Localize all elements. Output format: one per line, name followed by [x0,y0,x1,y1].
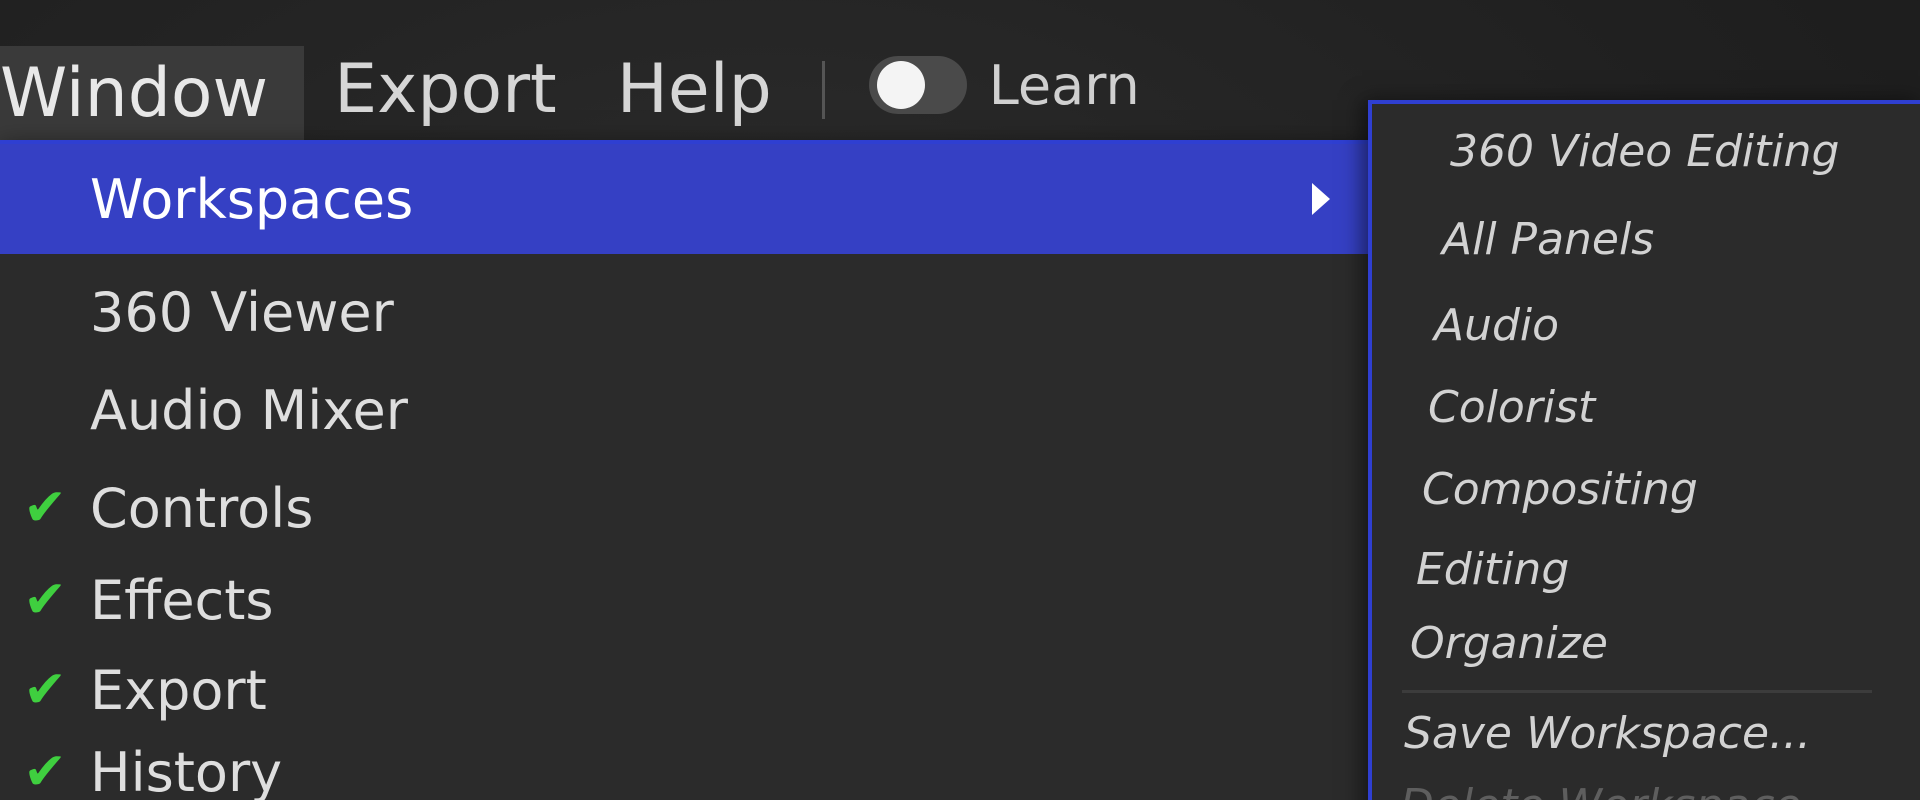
save-workspace-item[interactable]: Save Workspace... [1404,708,1811,759]
menu-export[interactable]: Export [304,40,587,140]
menu-help[interactable]: Help [587,40,802,140]
menu-item-label: 360 Viewer [90,280,394,344]
menu-item-label: History [90,740,283,800]
menu-window[interactable]: Window [0,46,305,142]
workspace-colorist[interactable]: Colorist [1428,382,1595,433]
app-window: Window Export Help Learn Workspaces 360 … [0,0,1920,800]
toggle-knob [876,61,925,109]
menu-item-workspaces[interactable]: Workspaces [0,144,1380,254]
submenu-separator [1402,690,1872,693]
workspace-360-video-editing[interactable]: 360 Video Editing [1450,126,1839,177]
menu-item-label: Export [90,658,267,722]
learn-label: Learn [988,53,1140,117]
menu-item-controls[interactable]: ✔ Controls [0,460,1380,556]
menu-item-label: Workspaces [90,167,414,231]
checkmark-icon: ✔ [23,742,67,800]
menu-bar: Window Export Help Learn [0,40,1140,142]
menu-item-label: Controls [90,476,314,540]
menu-divider [821,61,825,119]
delete-workspace-item[interactable]: Delete Workspace... [1400,780,1844,800]
workspace-audio[interactable]: Audio [1434,300,1559,351]
learn-toggle[interactable] [868,56,967,114]
window-menu-dropdown: Workspaces 360 Viewer Audio Mixer ✔ Cont… [0,140,1380,800]
checkmark-icon: ✔ [23,478,67,538]
menu-item-label: Effects [90,568,274,632]
workspace-editing[interactable]: Editing [1416,544,1569,595]
triangle-right-icon [1312,183,1330,215]
workspace-compositing[interactable]: Compositing [1422,464,1698,515]
workspaces-submenu: 360 Video Editing All Panels Audio Color… [1368,100,1920,800]
checkmark-icon: ✔ [23,570,67,630]
menu-item-effects[interactable]: ✔ Effects [0,552,1380,648]
menu-item-label: Audio Mixer [90,378,408,442]
workspace-all-panels[interactable]: All Panels [1442,214,1654,265]
menu-item-360-viewer[interactable]: 360 Viewer [0,264,1380,360]
workspace-organize[interactable]: Organize [1410,618,1608,669]
menu-item-history[interactable]: ✔ History [0,724,1380,800]
menu-item-audio-mixer[interactable]: Audio Mixer [0,362,1380,458]
